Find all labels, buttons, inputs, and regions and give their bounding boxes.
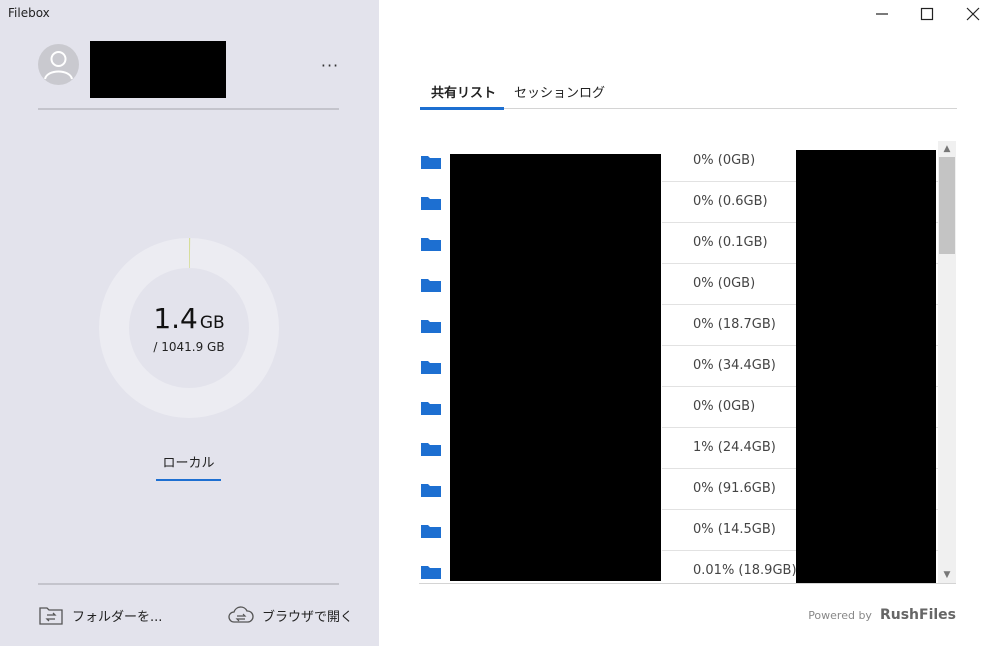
open-folder-button[interactable]: フォルダーを... bbox=[38, 604, 162, 626]
storage-total: / 1041.9 GB bbox=[153, 340, 225, 354]
tab-session-log[interactable]: セッションログ bbox=[514, 82, 605, 101]
divider bbox=[38, 108, 339, 110]
avatar[interactable] bbox=[38, 44, 79, 85]
redacted-share-details bbox=[796, 150, 936, 584]
share-usage: 0% (34.4GB) bbox=[693, 358, 776, 373]
tab-share-list[interactable]: 共有リスト bbox=[431, 82, 496, 101]
share-usage: 1% (24.4GB) bbox=[693, 440, 776, 455]
app-title: Filebox bbox=[8, 6, 50, 20]
minimize-icon bbox=[876, 13, 888, 15]
folder-icon bbox=[421, 443, 441, 456]
list-divider bbox=[419, 583, 956, 584]
share-usage: 0% (18.7GB) bbox=[693, 317, 776, 332]
maximize-icon bbox=[920, 7, 934, 21]
tab-local-indicator bbox=[156, 479, 221, 481]
folder-icon bbox=[421, 238, 441, 251]
powered-by-text: Powered by bbox=[808, 609, 872, 622]
maximize-button[interactable] bbox=[907, 0, 947, 28]
folder-sync-icon bbox=[39, 607, 63, 625]
share-usage: 0% (91.6GB) bbox=[693, 481, 776, 496]
user-icon bbox=[44, 51, 73, 80]
folder-icon bbox=[421, 197, 441, 210]
scrollbar[interactable]: ▲ ▼ bbox=[938, 141, 956, 583]
more-options-button[interactable]: ··· bbox=[318, 56, 342, 76]
scroll-thumb[interactable] bbox=[939, 157, 955, 254]
cloud-sync-icon bbox=[228, 606, 254, 623]
tab-local[interactable]: ローカル bbox=[156, 452, 221, 471]
share-usage: 0% (0GB) bbox=[693, 276, 756, 291]
open-in-browser-label: ブラウザで開く bbox=[262, 609, 354, 625]
share-usage: 0% (14.5GB) bbox=[693, 522, 776, 537]
scroll-up-icon[interactable]: ▲ bbox=[938, 141, 956, 157]
share-usage: 0% (0.6GB) bbox=[693, 194, 768, 209]
folder-icon bbox=[421, 402, 441, 415]
powered-by: Powered by RushFiles bbox=[808, 607, 956, 623]
redacted-share-names bbox=[450, 154, 661, 581]
share-usage: 0.01% (18.9GB) bbox=[693, 563, 797, 578]
share-usage: 0% (0GB) bbox=[693, 153, 756, 168]
close-button[interactable] bbox=[953, 0, 993, 28]
storage-used-value: 1.4 bbox=[153, 302, 198, 335]
sidebar: Filebox ··· 1.4 GB / 1041.9 GB ローカル フォルダー… bbox=[0, 0, 379, 646]
folder-icon bbox=[421, 484, 441, 497]
folder-icon bbox=[421, 361, 441, 374]
brand-logo: RushFiles bbox=[879, 607, 956, 623]
folder-icon bbox=[421, 525, 441, 538]
folder-icon bbox=[421, 156, 441, 169]
minimize-button[interactable] bbox=[862, 0, 902, 28]
storage-used-unit: GB bbox=[199, 313, 225, 333]
active-tab-indicator bbox=[420, 107, 504, 110]
share-usage: 0% (0GB) bbox=[693, 399, 756, 414]
folder-icon bbox=[421, 320, 441, 333]
scroll-down-icon[interactable]: ▼ bbox=[938, 567, 956, 583]
folder-icon bbox=[421, 279, 441, 292]
redacted-username bbox=[90, 41, 226, 98]
share-usage: 0% (0.1GB) bbox=[693, 235, 768, 250]
folder-icon bbox=[421, 566, 441, 579]
divider bbox=[38, 583, 339, 585]
storage-used: 1.4 GB bbox=[99, 302, 279, 335]
open-in-browser-button[interactable]: ブラウザで開く bbox=[228, 604, 353, 626]
close-icon bbox=[966, 7, 980, 21]
open-folder-label: フォルダーを... bbox=[72, 609, 163, 625]
